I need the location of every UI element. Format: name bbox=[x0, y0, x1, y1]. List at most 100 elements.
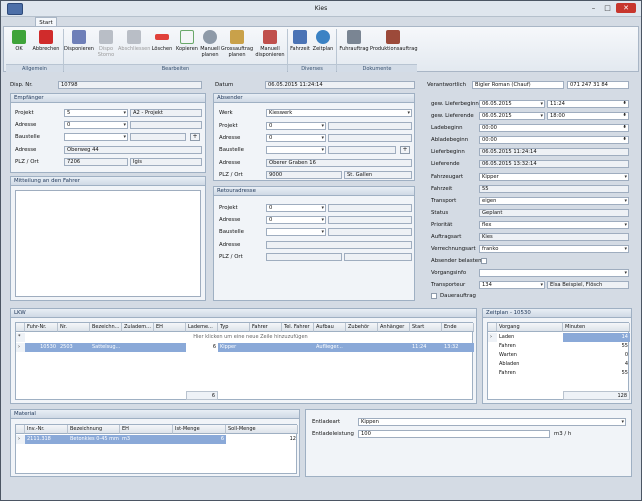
column-header[interactable]: Fahrer bbox=[250, 323, 282, 332]
delivery-order-button[interactable]: Fuhrauftrag bbox=[338, 30, 370, 52]
field-label: Ladebeginn bbox=[431, 125, 463, 131]
dispatch-button[interactable]: Disponieren bbox=[64, 30, 94, 52]
ret-adresse-select[interactable]: 0 bbox=[266, 216, 326, 224]
column-header[interactable]: Anhänger bbox=[378, 323, 410, 332]
add-abs-baustelle-button[interactable]: + bbox=[400, 146, 410, 154]
column-header[interactable]: Typ bbox=[218, 323, 250, 332]
cell-minuten[interactable]: 55 bbox=[563, 342, 630, 351]
cell-eh: m3 bbox=[122, 436, 131, 442]
column-header[interactable]: Inv.-Nr. bbox=[25, 425, 68, 434]
field-label: Lieferbeginn bbox=[431, 149, 465, 155]
cell-vorgang[interactable]: Abladen bbox=[497, 360, 563, 369]
column-header[interactable]: Zuladem... bbox=[122, 323, 154, 332]
ret-projekt-select[interactable]: 0 bbox=[266, 204, 326, 212]
cell-minuten[interactable]: 14 bbox=[563, 333, 630, 342]
entladeleistung-field[interactable]: 100 bbox=[358, 430, 550, 438]
cell-vorgang[interactable]: Warten bbox=[497, 351, 563, 360]
row-indicator-icon: › bbox=[16, 435, 25, 444]
field-label: Transport bbox=[431, 198, 457, 204]
cell-vorgang[interactable]: Fahren bbox=[497, 342, 563, 351]
column-header[interactable]: Nr. bbox=[58, 323, 90, 332]
cell-minuten[interactable]: 4 bbox=[563, 360, 630, 369]
abladebeginn-field[interactable]: 00:00 bbox=[479, 136, 629, 144]
lieferende-date[interactable]: 06.05.2015 bbox=[479, 112, 545, 120]
vorgangsinfo-select[interactable] bbox=[479, 269, 629, 277]
ret-baustelle-select[interactable] bbox=[266, 228, 326, 236]
phone-field[interactable]: 071 247 31 84 bbox=[567, 81, 629, 89]
cell-vorgang[interactable]: Laden bbox=[497, 333, 563, 342]
column-header[interactable]: Aufbau bbox=[314, 323, 346, 332]
column-header[interactable]: Zubehör bbox=[346, 323, 378, 332]
column-header[interactable]: Bezeichn... bbox=[90, 323, 122, 332]
abs-adresse-select[interactable]: 0 bbox=[266, 134, 326, 142]
panel-title: Zeitplan - 10530 bbox=[483, 309, 631, 318]
maximize-icon[interactable]: □ bbox=[601, 3, 614, 13]
production-order-button[interactable]: Produktionsauftrag bbox=[370, 30, 418, 52]
adresse-select[interactable]: 0 bbox=[64, 121, 128, 129]
ladebeginn-field[interactable]: 00:00 bbox=[479, 124, 629, 132]
ret-plz-field bbox=[266, 253, 342, 261]
abs-baustelle-name bbox=[328, 146, 396, 154]
cell-lademe[interactable]: 6 bbox=[186, 343, 218, 352]
cell-minuten[interactable]: 0 bbox=[563, 351, 630, 360]
baustelle-select[interactable] bbox=[64, 133, 128, 141]
cell-vorgang[interactable]: Fahren bbox=[497, 369, 563, 378]
transport-select[interactable]: eigen bbox=[479, 197, 629, 205]
driver-message-textarea[interactable] bbox=[15, 190, 201, 297]
column-header[interactable]: Start bbox=[410, 323, 442, 332]
field-label: Projekt bbox=[15, 110, 34, 116]
retour-panel: Retouradresse Projekt 0 Adresse 0 Bauste… bbox=[213, 186, 415, 301]
field-label: Absender belasten bbox=[431, 258, 482, 264]
abs-projekt-select[interactable]: 0 bbox=[266, 122, 326, 130]
verrechnung-select[interactable]: franko bbox=[479, 245, 629, 253]
column-header[interactable]: Tel. Fahrer bbox=[282, 323, 314, 332]
drive-time-button[interactable]: Fahrzeit bbox=[289, 30, 311, 52]
cancel-button[interactable]: Abbrechen bbox=[31, 30, 61, 52]
absender-belasten-checkbox[interactable] bbox=[481, 258, 487, 264]
dispo-label: Disp. Nr. bbox=[10, 82, 33, 88]
manual-plan-button[interactable]: Manuell planen bbox=[199, 30, 221, 58]
column-header[interactable]: Bezeichnung bbox=[68, 425, 120, 434]
column-header[interactable]: Soll-Menge bbox=[226, 425, 298, 434]
column-header[interactable]: Vorgang bbox=[497, 323, 563, 332]
cell-soll[interactable]: 12 bbox=[226, 435, 298, 444]
new-row-hint[interactable]: Hier klicken um eine neue Zeile hinzuzuf… bbox=[25, 333, 474, 342]
column-header[interactable]: Ist-Menge bbox=[173, 425, 226, 434]
lieferbeginn-date[interactable]: 06.05.2015 bbox=[479, 100, 545, 108]
copy-button[interactable]: Kopieren bbox=[175, 30, 199, 52]
close-icon[interactable]: ✕ bbox=[616, 3, 636, 13]
column-header[interactable]: Minuten bbox=[563, 323, 630, 332]
column-header[interactable]: Lademe... bbox=[186, 323, 218, 332]
add-baustelle-button[interactable]: + bbox=[190, 133, 200, 141]
lieferbeginn-time[interactable]: 11:24 bbox=[547, 100, 629, 108]
delete-button[interactable]: Löschen bbox=[150, 30, 174, 52]
column-header[interactable]: Ende bbox=[442, 323, 474, 332]
lieferende-time[interactable]: 18:00 bbox=[547, 112, 629, 120]
field-label: Fahrzeugart bbox=[431, 174, 464, 180]
undispatch-button[interactable]: Dispo Storno bbox=[95, 30, 117, 58]
column-header[interactable]: Fuhr-Nr. bbox=[25, 323, 58, 332]
transporteur-select[interactable]: 134 bbox=[479, 281, 545, 289]
abs-baustelle-select[interactable] bbox=[266, 146, 326, 154]
manual-dispatch-button[interactable]: Manuell disponieren bbox=[254, 30, 286, 58]
field-label: PLZ / Ort bbox=[219, 254, 243, 260]
close-order-button[interactable]: Abschliessen bbox=[118, 30, 150, 52]
field-label: Projekt bbox=[219, 205, 238, 211]
resp-field[interactable]: Bigler Roman (Chauf) bbox=[472, 81, 564, 89]
unit-label: m3 / h bbox=[554, 431, 572, 437]
minimize-icon[interactable]: – bbox=[587, 3, 600, 13]
werk-select[interactable]: Kieswerk bbox=[266, 109, 412, 117]
projekt-select[interactable]: 5 bbox=[64, 109, 128, 117]
ok-button[interactable]: OK bbox=[9, 30, 29, 52]
field-label: Fahrzeit bbox=[431, 186, 453, 192]
column-header[interactable]: EH bbox=[120, 425, 173, 434]
timeplan-button[interactable]: Zeitplan bbox=[312, 30, 334, 52]
column-header[interactable]: EH bbox=[154, 323, 186, 332]
priority-select[interactable]: flex bbox=[479, 221, 629, 229]
fahrzeugart-select[interactable]: Kipper bbox=[479, 173, 629, 181]
entladeart-select[interactable]: Kippen bbox=[358, 418, 626, 426]
cell-minuten[interactable]: 55 bbox=[563, 369, 630, 378]
abs-plz-field: 9000 bbox=[266, 171, 342, 179]
big-order-plan-button[interactable]: Grossauftrag planen bbox=[220, 30, 254, 58]
dauerauftrag-checkbox[interactable] bbox=[431, 293, 437, 299]
